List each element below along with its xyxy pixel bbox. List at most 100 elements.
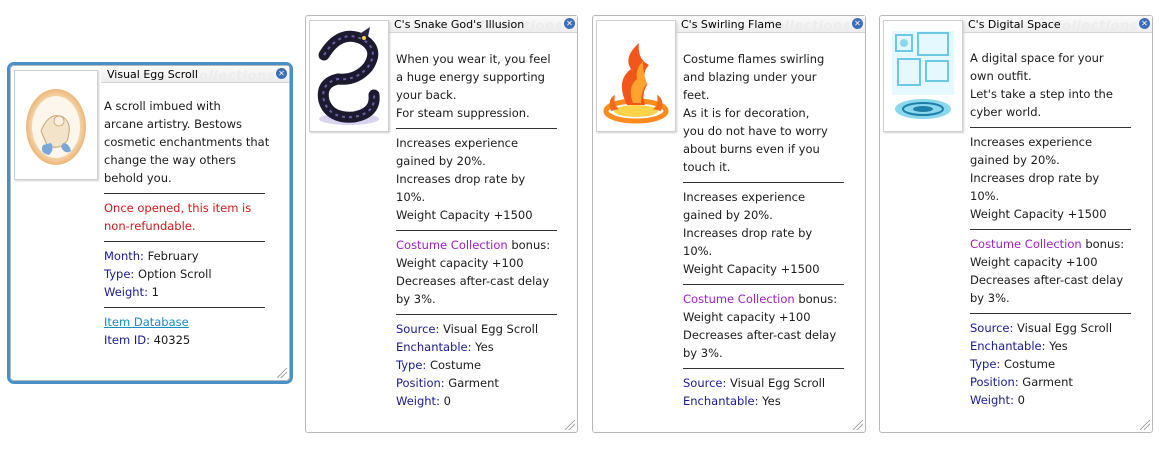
tooltip-titlebar[interactable]: Collections Visual Egg Scroll ✕ — [101, 66, 289, 84]
divider — [683, 182, 844, 183]
item-image — [14, 70, 98, 180]
tooltip-line: by 3%. — [396, 292, 436, 306]
tooltip-line: touch it. — [683, 160, 731, 174]
weight-row: Weight: 1 — [104, 285, 159, 299]
item-title: C's Digital Space — [968, 18, 1061, 31]
tooltip-line: 10%. — [683, 244, 713, 258]
divider — [396, 128, 557, 129]
tooltip-line: cyber world. — [970, 105, 1042, 119]
tooltip-line: you do not have to worry — [683, 124, 828, 138]
resize-grip[interactable] — [277, 368, 287, 378]
weight-row: Weight: 0 — [396, 394, 451, 408]
type-row: Type: Costume — [396, 358, 482, 372]
resize-grip[interactable] — [853, 420, 863, 430]
item-description: A scroll imbued with arcane artistry. Bes… — [104, 97, 269, 349]
resize-grip[interactable] — [565, 420, 575, 430]
enchantable-row: Enchantable: Yes — [396, 340, 494, 354]
flame-costume-icon — [603, 43, 669, 124]
tooltip-line: A digital space for your — [970, 51, 1104, 65]
snake-costume-icon — [317, 27, 380, 125]
item-tooltip-swirling-flame: Collections C's Swirling Flame ✕ Costume… — [592, 15, 866, 433]
item-database-link[interactable]: Item Database — [104, 315, 189, 329]
item-image — [883, 20, 963, 132]
tooltip-line: own outfit. — [970, 69, 1032, 83]
weight-row: Weight: 0 — [970, 393, 1025, 407]
tooltip-line: Weight capacity +100 — [683, 310, 811, 324]
tooltip-line: When you wear it, you feel — [396, 52, 551, 66]
enchantable-row: Enchantable: Yes — [683, 394, 781, 408]
tooltip-line: Decreases after-cast delay — [970, 273, 1124, 287]
tooltip-line: Weight Capacity +1500 — [396, 208, 533, 222]
tooltip-line: Let's take a step into the — [970, 87, 1113, 101]
source-row: Source: Visual Egg Scroll — [970, 321, 1113, 335]
tooltip-line: cosmetic enchantments that — [104, 135, 270, 149]
tooltip-line: A scroll imbued with — [104, 99, 221, 113]
close-icon[interactable]: ✕ — [852, 18, 863, 29]
tooltip-line: As it is for decoration, — [683, 106, 810, 120]
item-description: Costume flames swirling and blazing under… — [683, 50, 844, 410]
refund-warning: Once opened, this item is — [104, 201, 252, 215]
tooltip-line: non-refundable. — [104, 219, 196, 233]
divider — [104, 193, 265, 194]
egg-scroll-icon — [26, 89, 86, 165]
tooltip-titlebar[interactable]: Collections C's Snake God's Illusion ✕ — [388, 16, 577, 34]
tooltip-line: Increases drop rate by — [970, 171, 1100, 185]
collection-bonus-heading: Costume Collection bonus: — [683, 292, 838, 306]
month-row: Month: February — [104, 249, 199, 263]
item-tooltip-visual-egg-scroll: Collections Visual Egg Scroll ✕ A scroll… — [7, 62, 293, 384]
source-row: Source: Visual Egg Scroll — [396, 322, 539, 336]
tooltip-line: a huge energy supporting — [396, 70, 545, 84]
item-image — [309, 20, 389, 132]
tooltip-line: Increases experience — [683, 190, 806, 204]
collection-bonus-heading: Costume Collection bonus: — [396, 238, 551, 252]
tooltip-line: Weight capacity +100 — [970, 255, 1098, 269]
tooltip-line: Increases experience — [970, 135, 1093, 149]
divider — [970, 127, 1131, 128]
tooltip-line: behold you. — [104, 171, 172, 185]
digital-space-icon — [892, 31, 954, 119]
tooltip-line: Increases experience — [396, 136, 519, 150]
tooltip-line: gained by 20%. — [970, 153, 1060, 167]
tooltip-line: Weight Capacity +1500 — [970, 207, 1107, 221]
divider — [683, 368, 844, 369]
tooltip-line: by 3%. — [970, 291, 1010, 305]
tooltip-line: feet. — [683, 88, 710, 102]
enchantable-row: Enchantable: Yes — [970, 339, 1068, 353]
tooltip-line: Increases drop rate by — [396, 172, 526, 186]
close-icon[interactable]: ✕ — [564, 18, 575, 29]
item-description: A digital space for your own outfit. Let's… — [970, 49, 1131, 409]
tooltip-line: 10%. — [970, 189, 1000, 203]
tooltip-line: Decreases after-cast delay — [396, 274, 550, 288]
item-description: When you wear it, you feel a huge energy … — [396, 50, 557, 410]
item-image — [596, 20, 676, 132]
item-title: Visual Egg Scroll — [107, 68, 198, 81]
item-id-row: Item ID: 40325 — [104, 333, 191, 347]
item-tooltip-snake-gods-illusion: Collections C's Snake God's Illusion ✕ W… — [305, 15, 578, 433]
tooltip-line: gained by 20%. — [396, 154, 486, 168]
tooltip-line: Weight capacity +100 — [396, 256, 524, 270]
tooltip-line: Increases drop rate by — [683, 226, 813, 240]
divider — [970, 229, 1131, 230]
tooltip-line: change the way others — [104, 153, 237, 167]
tooltip-line: about burns even if you — [683, 142, 820, 156]
close-icon[interactable]: ✕ — [1139, 18, 1150, 29]
divider — [683, 284, 844, 285]
position-row: Position: Garment — [970, 375, 1073, 389]
tooltip-titlebar[interactable]: Collections C's Digital Space ✕ — [962, 16, 1152, 34]
divider — [396, 314, 557, 315]
tooltip-line: arcane artistry. Bestows — [104, 117, 242, 131]
tooltip-line: Decreases after-cast delay — [683, 328, 837, 342]
tooltip-titlebar[interactable]: Collections C's Swirling Flame ✕ — [675, 16, 865, 34]
tooltip-line: Item Database — [104, 313, 269, 331]
watermark: Collections — [188, 69, 275, 84]
divider — [396, 230, 557, 231]
watermark: Collections — [1051, 19, 1138, 34]
close-icon[interactable]: ✕ — [276, 68, 287, 79]
resize-grip[interactable] — [1140, 420, 1150, 430]
divider — [970, 313, 1131, 314]
source-row: Source: Visual Egg Scroll — [683, 376, 826, 390]
tooltip-line: and blazing under your — [683, 70, 817, 84]
tooltip-line: For steam suppression. — [396, 106, 530, 120]
type-row: Type: Option Scroll — [104, 267, 212, 281]
divider — [104, 307, 265, 308]
